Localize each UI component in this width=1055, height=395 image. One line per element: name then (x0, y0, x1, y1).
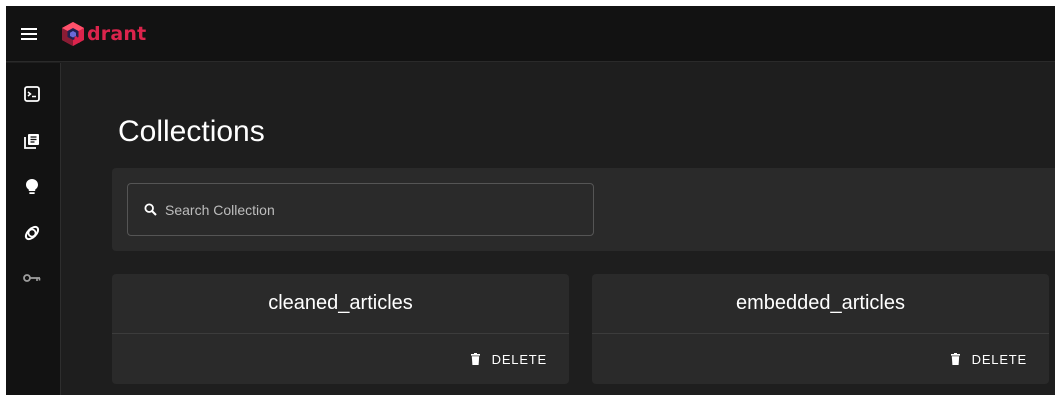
delete-button[interactable]: DELETE (950, 351, 1027, 367)
menu-button[interactable] (6, 6, 52, 62)
search-icon (144, 203, 157, 216)
search-panel (112, 168, 1055, 251)
search-input[interactable] (165, 201, 565, 218)
trash-icon (950, 353, 960, 365)
card-actions: DELETE (112, 334, 569, 384)
top-bar: drant (6, 6, 1055, 62)
app-window: drant Collections Search Collection clea… (6, 6, 1055, 395)
trash-icon (470, 353, 480, 365)
card-actions: DELETE (592, 334, 1049, 384)
sidebar-item-collections[interactable] (22, 131, 42, 151)
collection-name[interactable]: cleaned_articles (112, 274, 569, 334)
delete-button[interactable]: DELETE (470, 351, 547, 367)
sidebar-item-console[interactable] (22, 84, 42, 104)
collection-card[interactable]: embedded_articles DELETE (592, 274, 1049, 384)
qdrant-logo-icon (62, 21, 84, 46)
sidebar-item-datasets[interactable] (22, 223, 42, 243)
sidebar-item-access-keys[interactable] (22, 268, 42, 288)
sidebar (6, 63, 61, 395)
search-box[interactable] (127, 183, 594, 236)
lightbulb-icon (26, 179, 38, 194)
hamburger-menu-icon (21, 27, 37, 40)
key-icon (23, 274, 41, 282)
console-icon (24, 86, 40, 102)
page-title: Collections (118, 115, 265, 148)
sidebar-item-tutorial[interactable] (22, 177, 42, 197)
main-content: Collections cleaned_articles (62, 63, 1055, 395)
collections-icon (24, 134, 39, 149)
rings-icon (24, 225, 40, 241)
delete-label: DELETE (971, 351, 1027, 367)
logo-text: drant (87, 22, 147, 45)
collection-name[interactable]: embedded_articles (592, 274, 1049, 334)
delete-label: DELETE (491, 351, 547, 367)
collection-card[interactable]: cleaned_articles DELETE (112, 274, 569, 384)
qdrant-logo[interactable]: drant (62, 21, 147, 46)
